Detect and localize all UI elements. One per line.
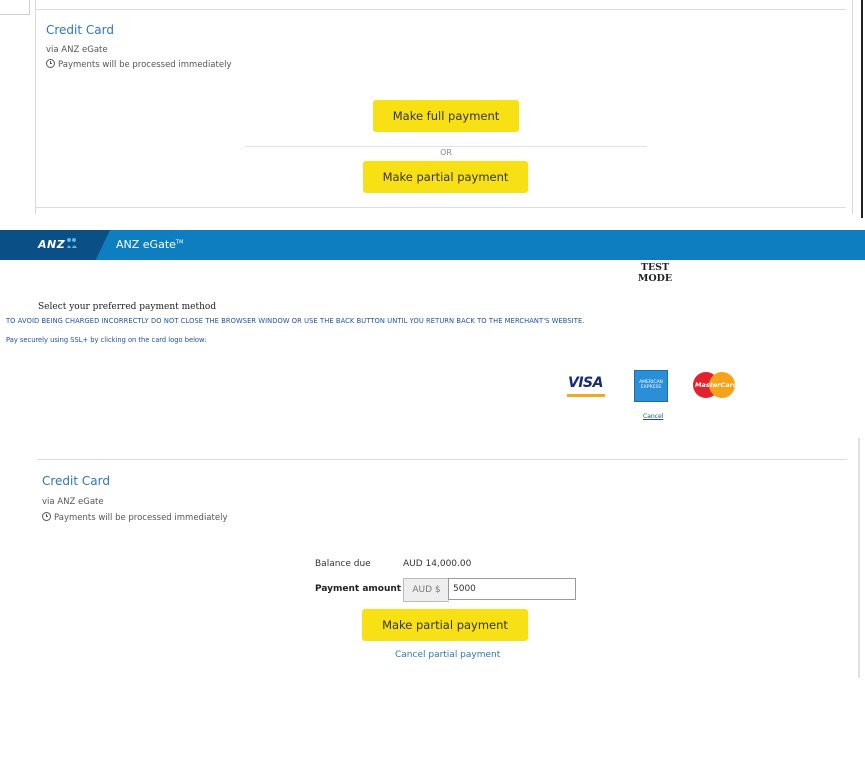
amex-text: AMERICAN EXPRESS [639,380,663,390]
mastercard-logo[interactable]: MasterCard [693,372,738,398]
mastercard-text: MasterCard [695,381,738,389]
amex-card-logo[interactable]: AMERICAN EXPRESS [634,370,668,402]
processing-note-text: Payments will be processed immediately [58,60,232,70]
or-text: OR [434,148,458,157]
test-mode-label: TEST MODE [633,262,677,284]
test-mode-line2: MODE [637,273,673,284]
anz-logo: ANZ [38,238,66,251]
make-partial-payment-button-top[interactable]: Make partial payment [363,161,528,193]
clock-icon [46,59,55,68]
processing-note-bottom: Payments will be processed immediately [42,512,227,523]
payment-amount-input[interactable] [448,578,576,600]
processing-note-bottom-text: Payments will be processed immediately [54,513,228,523]
panel-bottom-divider [36,207,846,208]
via-anz-egate-bottom: via ANZ eGate [42,497,104,507]
visa-card-logo[interactable]: VISA [565,372,607,398]
currency-prefix: AUD $ [403,578,449,602]
right-edge-line [861,0,863,218]
egate-title-text: ANZ eGate [116,238,176,251]
panel-top-divider [36,9,846,10]
visa-stripe [567,394,605,397]
balance-due-value: AUD 14,000.00 [403,559,472,569]
cancel-partial-payment-link[interactable]: Cancel partial payment [395,650,500,660]
warning-text: TO AVOID BEING CHARGED INCORRECTLY DO NO… [6,317,585,325]
egate-title: ANZ eGateTM [116,238,183,251]
ssl-note: Pay securely using SSL+ by clicking on t… [6,336,207,344]
credit-card-title-bottom: Credit Card [42,474,110,488]
right-edge-line-bottom [858,438,860,678]
via-anz-egate: via ANZ eGate [46,45,108,55]
make-partial-payment-button[interactable]: Make partial payment [362,609,528,641]
payment-amount-label: Payment amount [315,584,402,594]
test-mode-line1: TEST [640,262,670,273]
or-divider: OR [245,140,647,159]
credit-card-title: Credit Card [46,23,114,37]
panel-bottom-top-divider [37,459,847,460]
visa-text: VISA [568,375,603,391]
balance-due-label: Balance due [315,559,371,569]
processing-note: Payments will be processed immediately [46,59,231,70]
make-full-payment-button[interactable]: Make full payment [373,100,519,132]
cancel-link[interactable]: Cancel [643,413,663,420]
anz-people-icon [67,238,77,248]
clock-icon [42,512,51,521]
select-payment-method: Select your preferred payment method [38,302,217,312]
corner-tab [0,0,30,15]
trademark: TM [175,239,184,246]
